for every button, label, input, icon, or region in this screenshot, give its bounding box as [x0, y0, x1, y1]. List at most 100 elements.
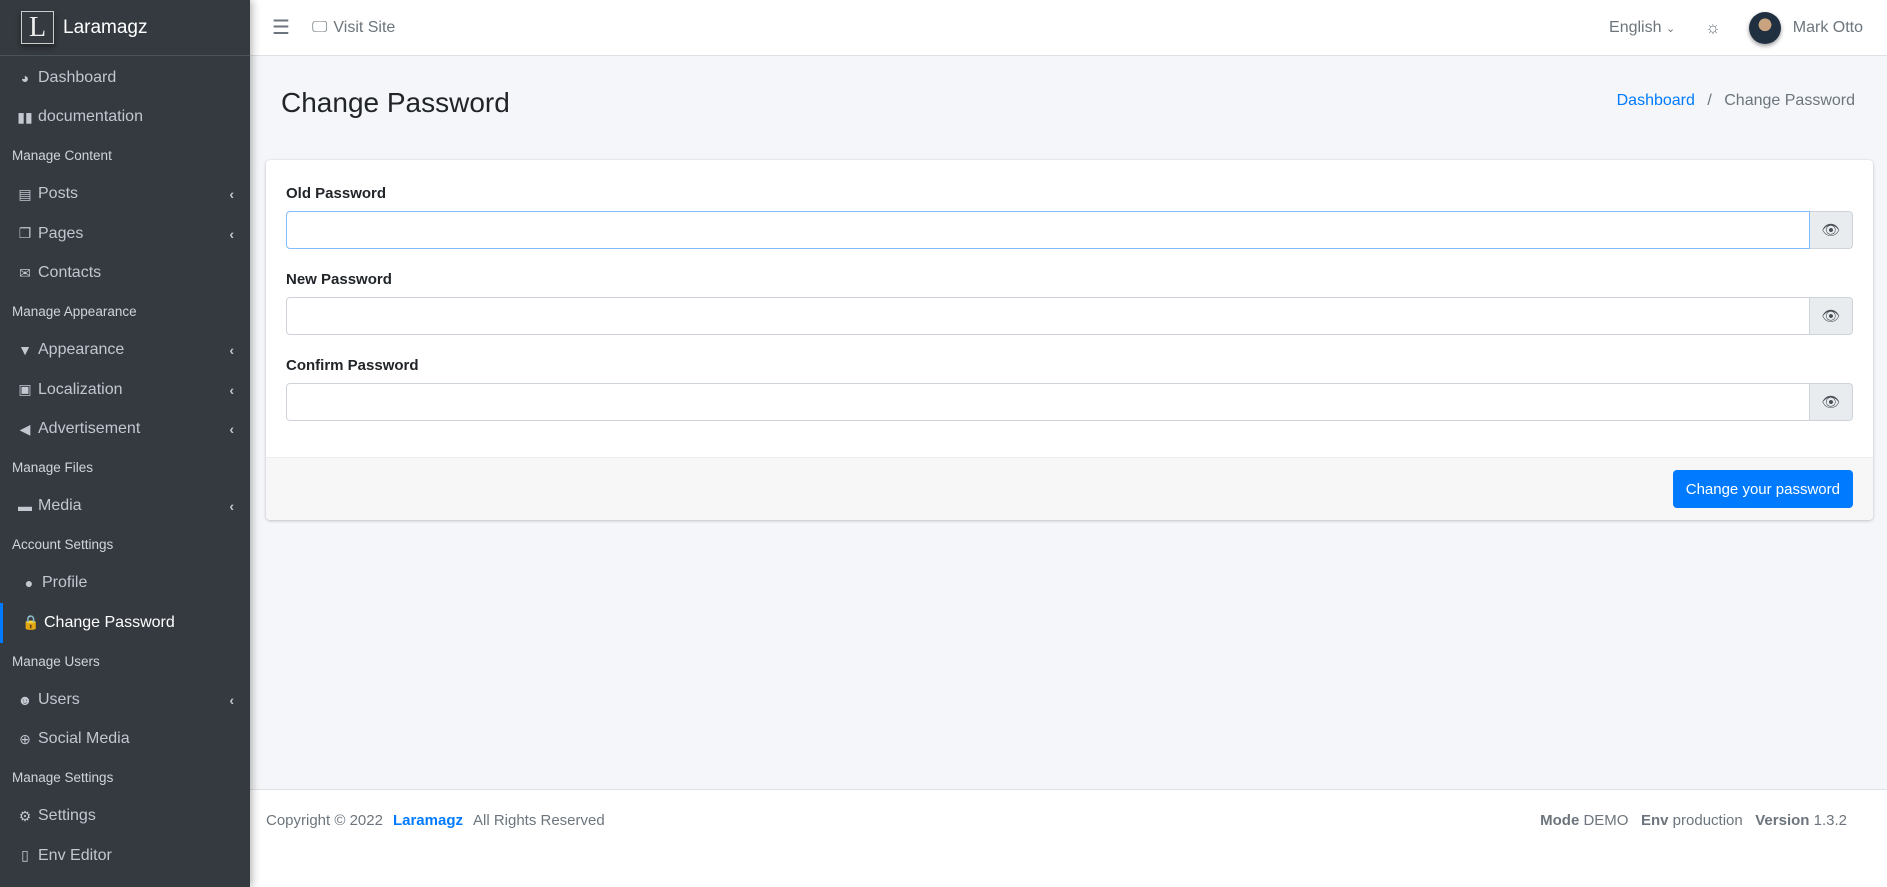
- sidebar-header-manage-files: Manage Files: [12, 460, 94, 476]
- chevron-left-icon: ‹: [229, 691, 234, 708]
- sidebar-item-env-editor[interactable]: ▯ Env Editor: [0, 836, 250, 876]
- sidebar-item-label: Settings: [38, 807, 96, 825]
- sidebar-item-label: Pages: [38, 224, 84, 242]
- documentation-icon: ▮▮: [17, 108, 33, 125]
- change-password-button[interactable]: Change your password: [1672, 470, 1853, 508]
- sidebar-item-users[interactable]: ☻ Users ‹: [0, 680, 250, 720]
- brand-name: Laramagz: [63, 16, 148, 38]
- media-icon: ▬: [18, 498, 32, 515]
- sidebar-header-manage-content: Manage Content: [12, 148, 112, 164]
- sidebar-item-dashboard[interactable]: ◕ Dashboard: [0, 58, 250, 98]
- env-value: production: [1672, 812, 1743, 829]
- sidebar-item-label: Advertisement: [38, 420, 141, 438]
- menu-toggle-icon[interactable]: ☰: [272, 15, 290, 40]
- sidebar-item-label: Contacts: [38, 264, 102, 282]
- sidebar-header-manage-settings: Manage Settings: [12, 770, 114, 786]
- sidebar-item-label: Media: [38, 497, 82, 515]
- users-icon: ☻: [17, 691, 33, 708]
- chevron-down-icon: ⌄: [1665, 22, 1676, 35]
- chevron-left-icon: ‹: [229, 381, 234, 398]
- localization-icon: ▣: [18, 381, 32, 398]
- theme-toggle-icon[interactable]: ☼: [1705, 18, 1721, 38]
- sidebar-item-label: Env Editor: [38, 846, 112, 864]
- version-value: 1.3.2: [1813, 812, 1847, 829]
- visit-site-link[interactable]: 🖵 Visit Site: [312, 19, 395, 37]
- brand-logo: L: [21, 11, 54, 44]
- chevron-left-icon: ‹: [229, 421, 234, 438]
- language-dropdown[interactable]: English ⌄: [1609, 19, 1675, 37]
- sidebar-item-contacts[interactable]: ✉ Contacts: [0, 254, 250, 294]
- sidebar-header-manage-users: Manage Users: [12, 653, 100, 669]
- eye-icon[interactable]: 👁: [1810, 297, 1853, 335]
- mode-label: Mode: [1540, 812, 1580, 829]
- brand-link[interactable]: L Laramagz: [0, 0, 250, 56]
- sidebar-item-label: Localization: [38, 380, 123, 398]
- old-password-group: Old Password 👁: [286, 185, 1853, 249]
- user-name[interactable]: Mark Otto: [1793, 19, 1863, 37]
- new-password-group: New Password 👁: [286, 271, 1853, 335]
- page-title: Change Password: [281, 87, 510, 118]
- sidebar-item-label: Social Media: [38, 730, 130, 748]
- appearance-icon: ▼: [18, 342, 32, 359]
- sidebar-header-account-settings: Account Settings: [12, 537, 114, 553]
- dashboard-icon: ◕: [20, 69, 30, 86]
- confirm-password-input[interactable]: [286, 383, 1810, 421]
- new-password-label: New Password: [286, 271, 392, 288]
- breadcrumb: Dashboard / Change Password: [1617, 92, 1855, 110]
- chevron-left-icon: ‹: [229, 342, 234, 359]
- rights-text: All Rights Reserved: [472, 812, 605, 829]
- sidebar-header-manage-appearance: Manage Appearance: [12, 304, 137, 320]
- footer-brand-link[interactable]: Laramagz: [393, 812, 463, 829]
- sidebar-item-social-media[interactable]: ⊕ Social Media: [0, 720, 250, 760]
- sidebar-item-label: Appearance: [38, 341, 125, 359]
- eye-icon[interactable]: 👁: [1810, 211, 1853, 249]
- posts-icon: ▤: [18, 185, 32, 202]
- sidebar-item-appearance[interactable]: ▼ Appearance ‹: [0, 331, 250, 371]
- sidebar-item-settings[interactable]: ⚙ Settings: [0, 797, 250, 837]
- version-label: Version: [1755, 812, 1810, 829]
- sidebar-item-documentation[interactable]: ▮▮ documentation: [0, 98, 250, 138]
- env-editor-icon: ▯: [21, 847, 29, 864]
- sidebar-item-label: Users: [38, 690, 80, 708]
- breadcrumb-dashboard[interactable]: Dashboard: [1617, 92, 1695, 109]
- visit-site-label: Visit Site: [333, 18, 396, 36]
- sidebar-item-pages[interactable]: ❐ Pages ‹: [0, 214, 250, 254]
- chevron-left-icon: ‹: [229, 498, 234, 515]
- chevron-left-icon: ‹: [229, 186, 234, 203]
- advertisement-icon: ◀: [19, 420, 31, 437]
- sidebar: L Laramagz ◕ Dashboard ▮▮ documentation Mana…: [0, 0, 250, 887]
- social-media-icon: ⊕: [19, 730, 31, 747]
- sidebar-item-label: Posts: [38, 185, 79, 203]
- monitor-icon: 🖵: [311, 18, 328, 36]
- sidebar-item-label: documentation: [38, 108, 143, 126]
- old-password-input[interactable]: [286, 211, 1810, 249]
- sidebar-item-profile[interactable]: ● Profile: [0, 564, 250, 604]
- sidebar-item-label: Profile: [42, 574, 88, 592]
- eye-icon[interactable]: 👁: [1810, 383, 1853, 421]
- change-password-card: Old Password 👁 New Password 👁 Confirm Pa…: [266, 160, 1873, 520]
- avatar[interactable]: [1748, 11, 1781, 44]
- settings-icon: ⚙: [18, 807, 32, 824]
- profile-icon: ●: [24, 575, 34, 592]
- sidebar-item-label: Dashboard: [38, 68, 117, 86]
- sidebar-item-label: Change Password: [44, 613, 175, 631]
- sidebar-item-change-password[interactable]: 🔒 Change Password: [0, 603, 250, 643]
- sidebar-nav: ◕ Dashboard ▮▮ documentation Manage Content ▤…: [0, 56, 250, 876]
- chevron-left-icon: ‹: [229, 225, 234, 242]
- breadcrumb-current: Change Password: [1724, 92, 1855, 109]
- mode-value: DEMO: [1583, 812, 1629, 829]
- new-password-input[interactable]: [286, 297, 1810, 335]
- sidebar-item-localization[interactable]: ▣ Localization ‹: [0, 370, 250, 410]
- contacts-icon: ✉: [19, 264, 31, 281]
- breadcrumb-separator: /: [1707, 92, 1712, 109]
- copyright-text: Copyright © 2022: [266, 812, 383, 829]
- old-password-label: Old Password: [286, 185, 387, 202]
- top-navbar: ☰ 🖵 Visit Site English ⌄ ☼ Mark Otto: [250, 0, 1887, 56]
- change-password-icon: 🔒: [22, 614, 40, 631]
- sidebar-item-posts[interactable]: ▤ Posts ‹: [0, 175, 250, 215]
- confirm-password-label: Confirm Password: [286, 357, 419, 374]
- confirm-password-group: Confirm Password 👁: [286, 357, 1853, 421]
- sidebar-item-advertisement[interactable]: ◀ Advertisement ‹: [0, 410, 250, 450]
- sidebar-item-media[interactable]: ▬ Media ‹: [0, 487, 250, 527]
- language-label: English: [1609, 18, 1662, 36]
